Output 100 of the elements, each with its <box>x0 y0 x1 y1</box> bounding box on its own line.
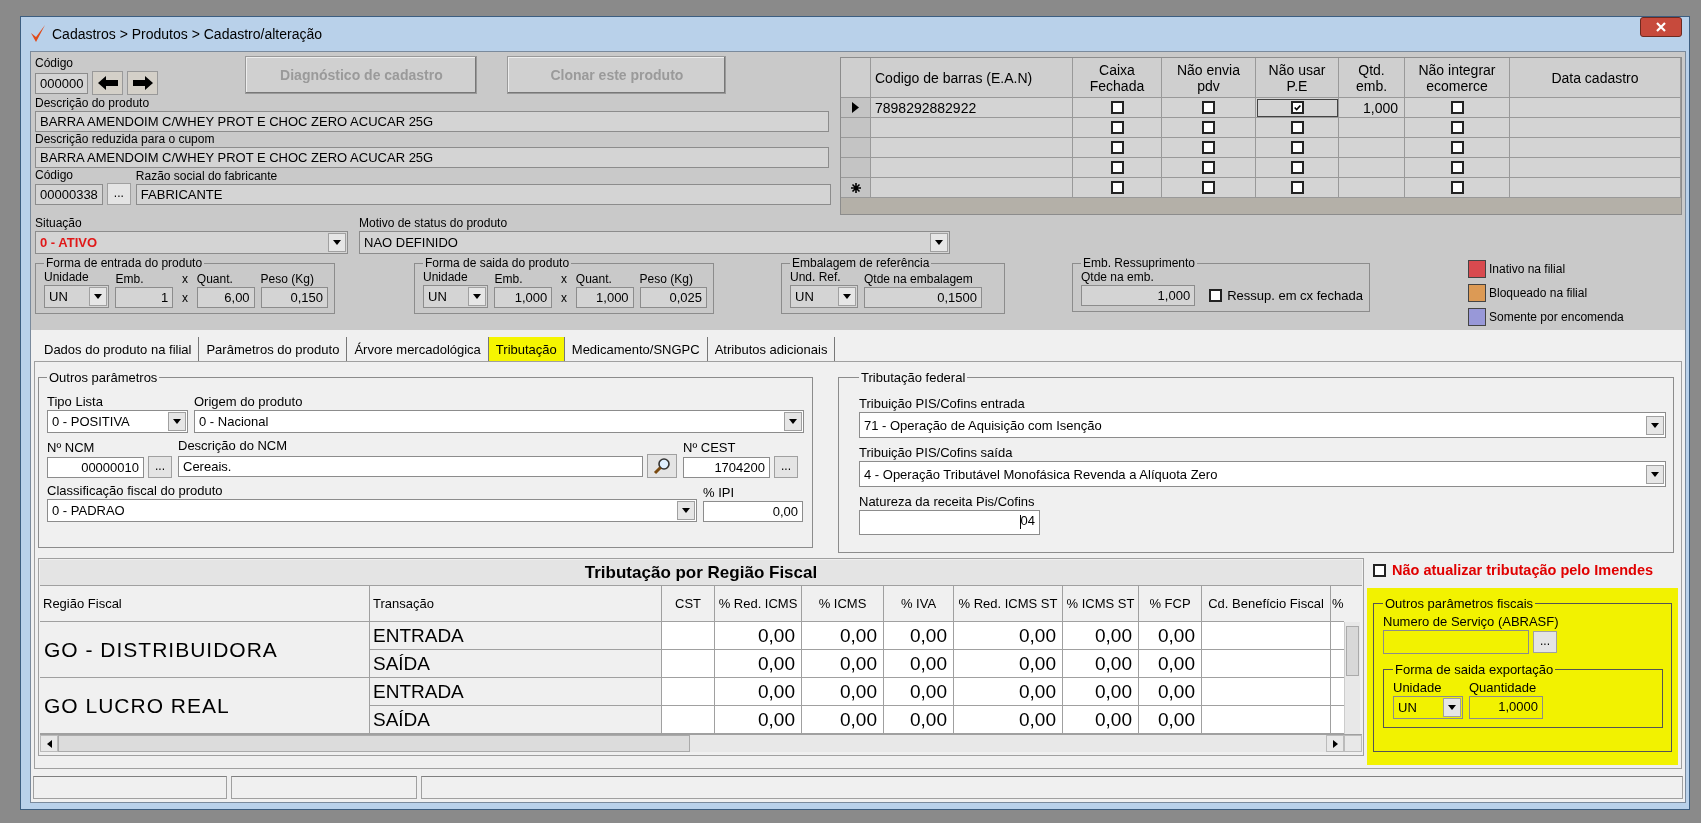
checkbox[interactable] <box>1290 101 1304 114</box>
checkbox[interactable] <box>1450 181 1464 194</box>
checkbox[interactable] <box>1450 101 1464 114</box>
dropdown-button[interactable] <box>838 287 856 306</box>
scrollbar[interactable] <box>40 734 1362 752</box>
dropdown-field[interactable]: UN <box>790 285 858 308</box>
scrollbar[interactable] <box>1344 622 1360 734</box>
scroll-button[interactable] <box>40 735 58 752</box>
dropdown-button[interactable] <box>1646 415 1664 435</box>
dropdown-field[interactable]: 71 - Operação de Aquisição com Isenção <box>859 412 1666 438</box>
text-field[interactable]: 00000010 <box>47 456 144 478</box>
field-label: Classificação fiscal do produto <box>47 482 224 499</box>
scrollbar-thumb[interactable] <box>1346 626 1359 676</box>
dropdown-button[interactable] <box>168 412 186 431</box>
checkbox[interactable] <box>1110 181 1124 194</box>
text-field[interactable]: 000000 <box>35 72 89 94</box>
text-field[interactable]: 1,0000 <box>1469 696 1543 719</box>
checkbox[interactable] <box>1202 121 1215 134</box>
checkbox[interactable] <box>1373 563 1386 577</box>
checkbox[interactable] <box>1110 161 1124 174</box>
field-label: Código <box>35 168 75 183</box>
dropdown-button[interactable] <box>677 501 695 520</box>
checkbox[interactable] <box>1290 121 1304 134</box>
table-cell: ENTRADA <box>370 622 662 650</box>
dropdown-button[interactable] <box>468 287 487 306</box>
checkbox[interactable] <box>1110 121 1124 134</box>
text-field[interactable]: 1,000 <box>494 287 553 308</box>
row-header[interactable] <box>841 98 871 118</box>
table-title: Tributação por Região Fiscal <box>40 560 1362 586</box>
scrollbar-thumb[interactable] <box>58 735 690 752</box>
text-field[interactable]: BARRA AMENDOIM C/WHEY PROT E CHOC ZERO ACUCAR 25G <box>35 147 829 168</box>
field-label: Qtde na emb. <box>1081 270 1155 285</box>
text-field[interactable]: 0,00 <box>703 501 803 522</box>
search-icon <box>653 457 671 475</box>
dropdown-button[interactable] <box>328 233 346 252</box>
text-field[interactable]: BARRA AMENDOIM C/WHEY PROT E CHOC ZERO ACUCAR 25G <box>35 111 829 132</box>
text-field[interactable]: 6,00 <box>196 287 255 308</box>
dropdown-field[interactable]: 0 - Nacional <box>194 410 804 433</box>
dropdown-field[interactable]: 0 - PADRAO <box>47 499 697 522</box>
scroll-button[interactable] <box>1326 735 1344 752</box>
text-field[interactable] <box>1383 630 1529 654</box>
table-cell: 0,00 <box>954 706 1063 734</box>
checkbox[interactable] <box>1450 161 1464 174</box>
checkbox[interactable] <box>1202 101 1215 114</box>
checkbox[interactable] <box>1110 101 1124 114</box>
search-button[interactable] <box>647 454 677 478</box>
checkbox[interactable] <box>1110 141 1124 154</box>
checkbox[interactable] <box>1202 161 1215 174</box>
text-field[interactable]: 0,150 <box>260 287 328 308</box>
dropdown-button[interactable] <box>89 287 108 306</box>
text-field[interactable]: 1,000 <box>1081 285 1196 306</box>
checkbox[interactable] <box>1450 121 1464 134</box>
corner-cell <box>841 58 871 98</box>
dropdown-button[interactable] <box>1443 698 1461 717</box>
dropdown-button[interactable] <box>784 412 802 431</box>
checkbox[interactable] <box>1202 181 1215 194</box>
table-cell: 1,000 <box>1339 98 1405 118</box>
text-field[interactable]: FABRICANTE <box>135 184 831 205</box>
text-field[interactable]: 1,000 <box>575 287 634 308</box>
table-cell <box>662 622 715 650</box>
dropdown-field[interactable]: UN <box>44 285 110 308</box>
table-cell: 0,00 <box>715 622 802 650</box>
checkbox[interactable] <box>1450 141 1464 154</box>
column-header: % ICMS ST <box>1063 586 1139 622</box>
next-button[interactable] <box>127 71 159 95</box>
legend-label: Bloqueado na filial <box>1489 286 1588 300</box>
dropdown-field[interactable]: 4 - Operação Tributável Monofásica Revenda a Alíquota Zero <box>859 461 1666 487</box>
tab[interactable]: Tributação <box>488 337 565 361</box>
browse-button[interactable]: ... <box>1533 631 1557 653</box>
field-label: Descrição reduzida para o cupom <box>35 132 216 147</box>
legend-label: Inativo na filial <box>1489 262 1566 276</box>
checkbox-label: Ressup. em cx fechada <box>1227 288 1363 303</box>
row-header[interactable] <box>841 178 871 198</box>
dropdown-field[interactable]: UN <box>423 285 489 308</box>
browse-button[interactable]: ... <box>774 456 798 478</box>
column-header: Codigo de barras (E.A.N) <box>871 58 1073 98</box>
checkbox[interactable] <box>1290 161 1304 174</box>
close-button[interactable] <box>1640 17 1682 37</box>
text-field[interactable]: 0,025 <box>639 287 707 308</box>
checkbox[interactable] <box>1209 289 1223 302</box>
checkbox[interactable] <box>1290 141 1304 154</box>
dropdown-field[interactable]: UN <box>1393 696 1463 719</box>
table-cell: 0,00 <box>715 706 802 734</box>
text-field[interactable]: 04 <box>859 510 1040 535</box>
checkbox[interactable] <box>1202 141 1215 154</box>
checkbox[interactable] <box>1290 181 1304 194</box>
dropdown-button[interactable] <box>930 233 948 252</box>
browse-button[interactable]: ... <box>148 456 172 478</box>
dropdown-button[interactable] <box>1646 464 1664 484</box>
caret-icon <box>843 294 851 299</box>
text-field[interactable]: Cereais. <box>178 455 643 477</box>
dropdown-field[interactable]: NAO DEFINIDO <box>359 231 950 254</box>
text-field[interactable]: 0,1500 <box>864 287 982 308</box>
browse-button[interactable]: ... <box>106 183 131 205</box>
text-field[interactable]: 00000338 <box>35 183 103 205</box>
text-field[interactable]: 1704200 <box>683 456 770 478</box>
text-field[interactable]: 1 <box>115 287 174 308</box>
table-cell: GO LUCRO REAL <box>40 678 370 734</box>
dropdown-field[interactable]: 0 - POSITIVA <box>47 410 188 433</box>
previous-button[interactable] <box>92 71 124 95</box>
